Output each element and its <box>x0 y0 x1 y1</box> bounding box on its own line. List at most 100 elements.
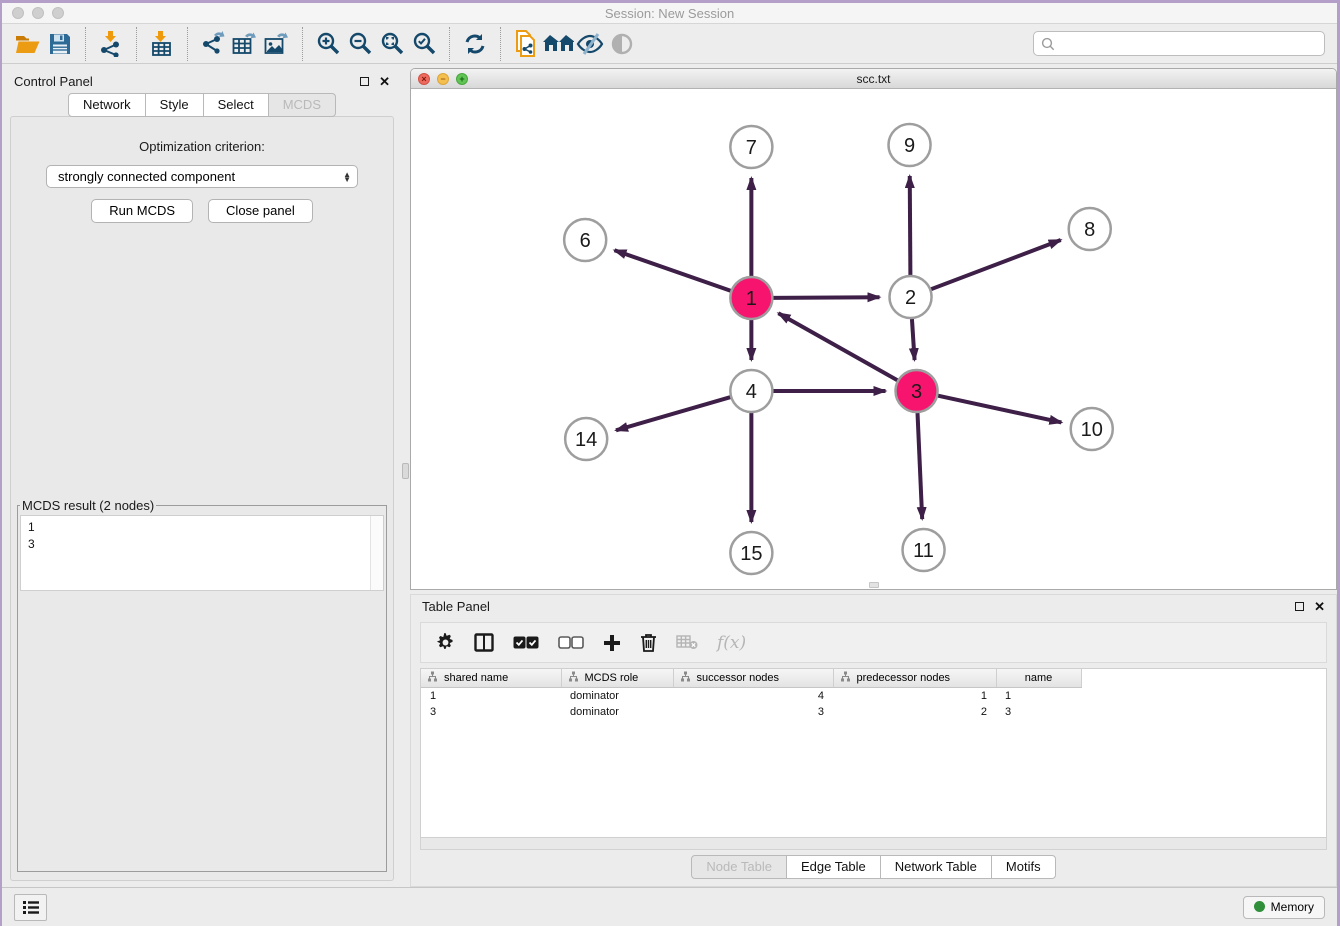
graph-edge-2-9[interactable] <box>910 176 911 275</box>
function-builder-icon[interactable]: f(x) <box>717 633 746 653</box>
graph-edge-3-11[interactable] <box>918 413 923 519</box>
window-controls <box>12 7 64 19</box>
export-image-icon[interactable] <box>261 28 293 60</box>
app-window: Session: New Session <box>2 3 1337 926</box>
control-panel-title: Control Panel <box>14 74 93 89</box>
graph-edge-2-3[interactable] <box>912 319 915 360</box>
close-table-panel-icon[interactable]: ✕ <box>1314 600 1325 613</box>
zoom-in-icon[interactable] <box>312 28 344 60</box>
close-window-icon[interactable] <box>12 7 24 19</box>
criterion-dropdown[interactable]: strongly connected component ▲▼ <box>46 165 358 188</box>
network-title: scc.txt <box>411 72 1336 86</box>
table-row[interactable]: 1dominator411 <box>421 688 1081 705</box>
dropdown-stepper-icon: ▲▼ <box>343 172 351 182</box>
network-canvas[interactable]: 7968124314101511 <box>411 89 1336 589</box>
table-cell[interactable]: 1 <box>996 688 1081 705</box>
toggle-column-panel-icon[interactable] <box>474 633 494 652</box>
network-resize-grabber[interactable] <box>869 582 879 588</box>
open-session-icon[interactable] <box>12 28 44 60</box>
graph-node-label: 9 <box>904 135 915 157</box>
table-cell[interactable]: 1 <box>833 688 996 705</box>
zoom-out-icon[interactable] <box>344 28 376 60</box>
tab-select[interactable]: Select <box>204 93 269 117</box>
column-header-shared-name[interactable]: shared name <box>421 669 561 688</box>
select-all-icon[interactable] <box>513 636 539 649</box>
column-header-predecessor-nodes[interactable]: predecessor nodes <box>833 669 996 688</box>
tab-style[interactable]: Style <box>146 93 204 117</box>
table-cell[interactable]: 2 <box>833 704 996 720</box>
duplicate-network-icon[interactable] <box>510 28 542 60</box>
graph-node-label: 3 <box>911 381 922 403</box>
memory-button[interactable]: Memory <box>1243 896 1325 919</box>
table-cell[interactable]: 3 <box>421 704 561 720</box>
table-cell[interactable]: 3 <box>996 704 1081 720</box>
graph-node-label: 2 <box>905 287 916 309</box>
toolbar-separator <box>449 27 450 61</box>
search-input[interactable] <box>1060 36 1317 52</box>
float-panel-icon[interactable] <box>360 77 369 86</box>
column-header-successor-nodes[interactable]: successor nodes <box>673 669 833 688</box>
export-network-icon[interactable] <box>197 28 229 60</box>
tab-network[interactable]: Network <box>68 93 146 117</box>
table-tab-node-table[interactable]: Node Table <box>691 855 787 879</box>
table-panel: Table Panel ✕ <box>410 594 1337 887</box>
table-cell[interactable]: 1 <box>421 688 561 705</box>
table-hscrollbar[interactable] <box>420 838 1327 850</box>
graph-node-label: 10 <box>1081 419 1103 441</box>
graph-edge-3-1[interactable] <box>778 313 897 380</box>
graph-edge-1-6[interactable] <box>614 250 730 291</box>
run-mcds-button[interactable]: Run MCDS <box>91 199 193 223</box>
table-settings-icon[interactable] <box>436 633 455 652</box>
graph-edge-3-10[interactable] <box>938 396 1061 423</box>
graph-edge-4-14[interactable] <box>616 397 730 430</box>
table-row[interactable]: 3dominator323 <box>421 704 1081 720</box>
table-cell[interactable]: 3 <box>673 704 833 720</box>
close-panel-icon[interactable]: ✕ <box>379 75 390 88</box>
graph-node-label: 4 <box>746 381 757 403</box>
memory-label: Memory <box>1271 900 1314 914</box>
result-scrollbar[interactable] <box>370 516 383 590</box>
mcds-result-title: MCDS result (2 nodes) <box>20 498 156 513</box>
table-cell[interactable]: 4 <box>673 688 833 705</box>
float-table-panel-icon[interactable] <box>1295 602 1304 611</box>
zoom-fit-icon[interactable] <box>376 28 408 60</box>
node-table-container: shared nameMCDS rolesuccessor nodesprede… <box>420 668 1327 838</box>
refresh-layout-icon[interactable] <box>459 28 491 60</box>
close-panel-button[interactable]: Close panel <box>208 199 313 223</box>
delete-table-icon[interactable] <box>676 635 698 650</box>
node-table: shared nameMCDS rolesuccessor nodesprede… <box>421 669 1082 720</box>
table-cell[interactable]: dominator <box>561 704 673 720</box>
minimize-window-icon[interactable] <box>32 7 44 19</box>
table-cell[interactable]: dominator <box>561 688 673 705</box>
table-tab-network-table[interactable]: Network Table <box>881 855 992 879</box>
table-panel-header: Table Panel ✕ <box>411 595 1336 618</box>
save-session-icon[interactable] <box>44 28 76 60</box>
mcds-result-text[interactable]: 1 3 <box>20 515 384 591</box>
import-network-icon[interactable] <box>95 28 127 60</box>
tab-mcds[interactable]: MCDS <box>269 93 336 117</box>
graph-node-label: 14 <box>575 429 597 451</box>
delete-column-icon[interactable] <box>640 633 657 652</box>
graph-node-label: 1 <box>746 288 757 310</box>
graph-edge-1-2[interactable] <box>773 297 879 298</box>
export-table-icon[interactable] <box>229 28 261 60</box>
hide-selected-icon[interactable] <box>574 28 606 60</box>
first-neighbors-icon[interactable] <box>542 28 574 60</box>
splitter-grabber[interactable] <box>402 463 409 479</box>
zoom-selected-icon[interactable] <box>408 28 440 60</box>
deselect-all-icon[interactable] <box>558 636 584 649</box>
zoom-window-icon[interactable] <box>52 7 64 19</box>
network-view-window: × − + scc.txt 7968124314101511 <box>410 68 1337 590</box>
graph-edge-2-8[interactable] <box>931 240 1061 289</box>
import-table-icon[interactable] <box>146 28 178 60</box>
table-tab-motifs[interactable]: Motifs <box>992 855 1056 879</box>
search-icon <box>1041 37 1055 51</box>
column-header-MCDS-role[interactable]: MCDS role <box>561 669 673 688</box>
network-window-titlebar: × − + scc.txt <box>411 69 1336 89</box>
table-tab-edge-table[interactable]: Edge Table <box>787 855 881 879</box>
show-panels-icon[interactable] <box>14 894 47 921</box>
add-column-icon[interactable] <box>603 634 621 652</box>
column-header-name[interactable]: name <box>996 669 1081 688</box>
panel-splitter[interactable] <box>402 64 410 887</box>
show-all-icon[interactable] <box>606 28 638 60</box>
